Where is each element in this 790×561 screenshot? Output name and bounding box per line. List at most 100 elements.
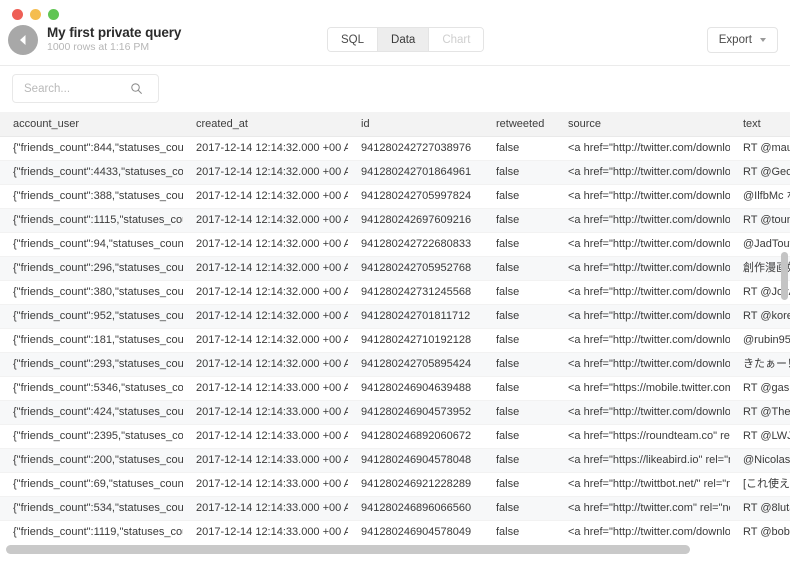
cell-created_at[interactable]: 2017-12-14 12:14:32.000 +00 AD [183,136,348,161]
cell-retweeted[interactable]: false [483,256,555,281]
cell-retweeted[interactable]: false [483,472,555,497]
cell-text[interactable]: @NicolasKo [730,448,790,473]
cell-source[interactable]: <a href="http://twitter.com/downloac [555,304,730,329]
cell-text[interactable]: [これ使える [730,472,790,497]
cell-account_user[interactable]: {"friends_count":534,"statuses_coun [0,496,183,521]
cell-created_at[interactable]: 2017-12-14 12:14:33.000 +00 AD [183,448,348,473]
cell-retweeted[interactable]: false [483,160,555,185]
cell-retweeted[interactable]: false [483,280,555,305]
table-row[interactable]: {"friends_count":1115,"statuses_cou 2017-… [0,208,790,233]
maximize-window-button[interactable] [48,9,59,20]
cell-created_at[interactable]: 2017-12-14 12:14:32.000 +00 AD [183,352,348,377]
cell-created_at[interactable]: 2017-12-14 12:14:33.000 +00 AD [183,496,348,521]
cell-id[interactable]: 941280246904639488 [348,376,483,401]
cell-text[interactable]: RT @tounge [730,208,790,233]
cell-source[interactable]: <a href="http://twitter.com/downloac [555,400,730,425]
minimize-window-button[interactable] [30,9,41,20]
table-row[interactable]: {"friends_count":296,"statuses_coun 2017-… [0,256,790,281]
table-row[interactable]: {"friends_count":5346,"statuses_cou 2017-… [0,376,790,401]
results-table-region[interactable]: account_user created_at id retweeted sou… [0,112,790,561]
cell-id[interactable]: 941280242722680833 [348,232,483,257]
cell-id[interactable]: 941280242731245568 [348,280,483,305]
cell-retweeted[interactable]: false [483,304,555,329]
cell-source[interactable]: <a href="http://twitter.com/downloac [555,160,730,185]
export-button[interactable]: Export [706,27,778,53]
cell-account_user[interactable]: {"friends_count":69,"statuses_count' [0,472,183,497]
cell-source[interactable]: <a href="http://twitter.com/downloac [555,280,730,305]
cell-account_user[interactable]: {"friends_count":200,"statuses_coun [0,448,183,473]
table-row[interactable]: {"friends_count":4433,"statuses_cou 2017-… [0,160,790,185]
cell-account_user[interactable]: {"friends_count":296,"statuses_coun [0,256,183,281]
table-row[interactable]: {"friends_count":94,"statuses_count' 2017… [0,232,790,257]
cell-source[interactable]: <a href="http://twitter.com/downloac [555,136,730,161]
table-row[interactable]: {"friends_count":424,"statuses_coun 2017-… [0,400,790,425]
column-header-created-at[interactable]: created_at [183,112,348,137]
search-icon[interactable] [125,82,147,95]
cell-id[interactable]: 941280246921228289 [348,472,483,497]
cell-created_at[interactable]: 2017-12-14 12:14:32.000 +00 AD [183,232,348,257]
cell-text[interactable]: きたぁー！ ( [730,352,790,377]
cell-account_user[interactable]: {"friends_count":4433,"statuses_cou [0,160,183,185]
cell-account_user[interactable]: {"friends_count":94,"statuses_count' [0,232,183,257]
cell-text[interactable]: RT @LWJap [730,424,790,449]
cell-id[interactable]: 941280242701864961 [348,160,483,185]
cell-retweeted[interactable]: false [483,376,555,401]
cell-id[interactable]: 941280242701811712 [348,304,483,329]
table-row[interactable]: {"friends_count":952,"statuses_coun 2017-… [0,304,790,329]
close-window-button[interactable] [12,9,23,20]
table-row[interactable]: {"friends_count":2395,"statuses_cou 2017-… [0,424,790,449]
cell-text[interactable]: RT @Geoph [730,160,790,185]
cell-text[interactable]: RT @TheHyp [730,400,790,425]
cell-id[interactable]: 941280242705895424 [348,352,483,377]
cell-text[interactable]: @rubin9508 [730,328,790,353]
cell-account_user[interactable]: {"friends_count":424,"statuses_coun [0,400,183,425]
cell-source[interactable]: <a href="http://twitter.com/downloac [555,208,730,233]
cell-id[interactable]: 941280246904578048 [348,448,483,473]
cell-account_user[interactable]: {"friends_count":388,"statuses_coun [0,184,183,209]
cell-created_at[interactable]: 2017-12-14 12:14:32.000 +00 AD [183,280,348,305]
cell-account_user[interactable]: {"friends_count":952,"statuses_coun [0,304,183,329]
cell-retweeted[interactable]: false [483,424,555,449]
cell-source[interactable]: <a href="https://roundteam.co" rel=" [555,424,730,449]
cell-account_user[interactable]: {"friends_count":380,"statuses_coun [0,280,183,305]
cell-retweeted[interactable]: false [483,352,555,377]
cell-created_at[interactable]: 2017-12-14 12:14:32.000 +00 AD [183,184,348,209]
cell-id[interactable]: 941280242705952768 [348,256,483,281]
cell-id[interactable]: 941280242727038976 [348,136,483,161]
cell-account_user[interactable]: {"friends_count":1115,"statuses_cou [0,208,183,233]
cell-created_at[interactable]: 2017-12-14 12:14:32.000 +00 AD [183,328,348,353]
column-header-id[interactable]: id [348,112,483,137]
table-row[interactable]: {"friends_count":534,"statuses_coun 2017-… [0,496,790,521]
cell-created_at[interactable]: 2017-12-14 12:14:33.000 +00 AD [183,472,348,497]
cell-created_at[interactable]: 2017-12-14 12:14:32.000 +00 AD [183,256,348,281]
table-row[interactable]: {"friends_count":69,"statuses_count' 2017… [0,472,790,497]
cell-id[interactable]: 941280242697609216 [348,208,483,233]
cell-source[interactable]: <a href="http://twitter.com/downloac [555,232,730,257]
tab-data[interactable]: Data [378,28,430,51]
cell-source[interactable]: <a href="http://twitter.com/downloac [555,328,730,353]
cell-id[interactable]: 941280246892060672 [348,424,483,449]
horizontal-scrollbar-track[interactable] [0,539,790,561]
table-row[interactable]: {"friends_count":181,"statuses_coun 2017-… [0,328,790,353]
vertical-scrollbar[interactable] [781,252,788,300]
cell-id[interactable]: 941280246904573952 [348,400,483,425]
cell-text[interactable]: RT @gaspar [730,376,790,401]
cell-created_at[interactable]: 2017-12-14 12:14:33.000 +00 AD [183,424,348,449]
cell-retweeted[interactable]: false [483,232,555,257]
cell-created_at[interactable]: 2017-12-14 12:14:33.000 +00 AD [183,400,348,425]
cell-created_at[interactable]: 2017-12-14 12:14:32.000 +00 AD [183,304,348,329]
cell-created_at[interactable]: 2017-12-14 12:14:33.000 +00 AD [183,376,348,401]
cell-source[interactable]: <a href="https://likeabird.io" rel="nol [555,448,730,473]
cell-id[interactable]: 941280242705997824 [348,184,483,209]
cell-account_user[interactable]: {"friends_count":293,"statuses_coun [0,352,183,377]
back-button[interactable] [8,25,38,55]
cell-retweeted[interactable]: false [483,328,555,353]
search-box[interactable] [12,74,159,103]
cell-account_user[interactable]: {"friends_count":2395,"statuses_cou [0,424,183,449]
cell-retweeted[interactable]: false [483,208,555,233]
table-row[interactable]: {"friends_count":293,"statuses_coun 2017-… [0,352,790,377]
cell-retweeted[interactable]: false [483,448,555,473]
tab-sql[interactable]: SQL [328,28,379,51]
cell-retweeted[interactable]: false [483,136,555,161]
cell-account_user[interactable]: {"friends_count":181,"statuses_coun [0,328,183,353]
